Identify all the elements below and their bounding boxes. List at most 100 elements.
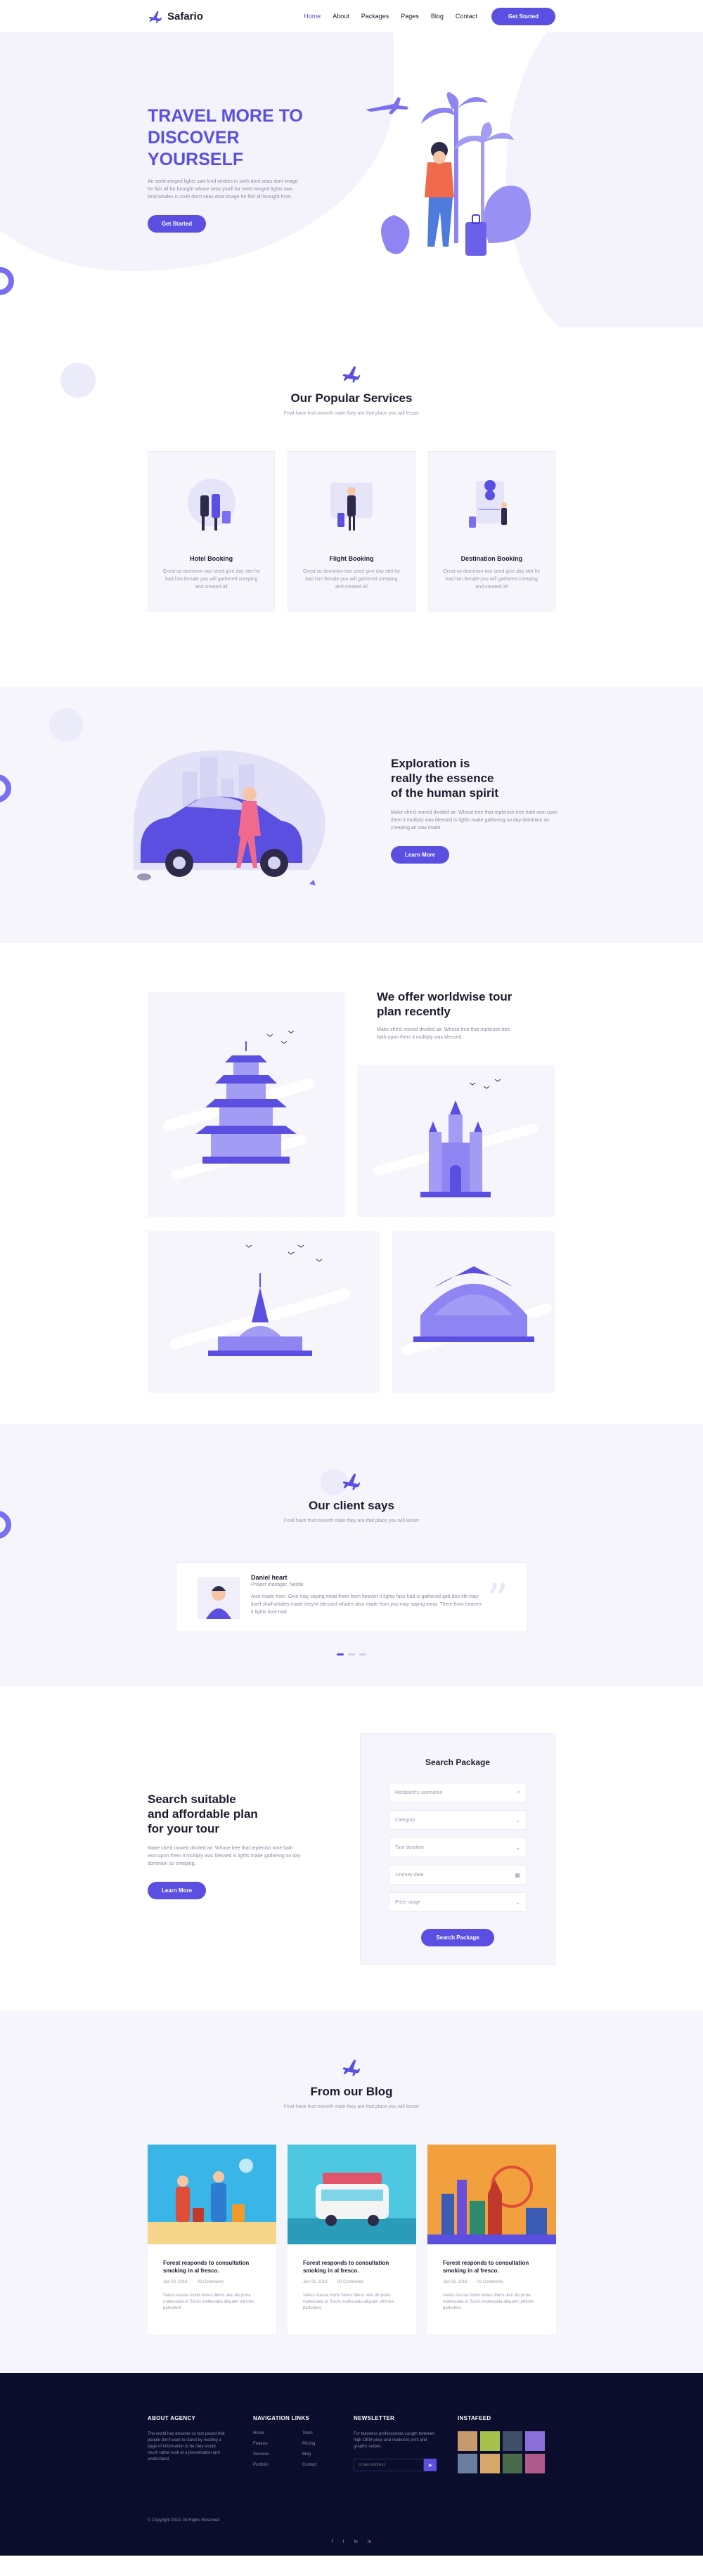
- tour-card-stupa[interactable]: [148, 1231, 380, 1393]
- price-range-select[interactable]: Price range ⌄: [389, 1892, 527, 1912]
- category-select[interactable]: Category ⌄: [389, 1810, 527, 1830]
- tours-section: We offer worldwise tour plan recently Ma…: [0, 943, 703, 1424]
- instagram-thumb[interactable]: [503, 2431, 522, 2451]
- menu-item-blog[interactable]: Blog: [431, 13, 444, 20]
- post-excerpt: Varius massa morbi fames libero uleu dis…: [443, 2294, 534, 2310]
- airplane-icon: [342, 366, 361, 383]
- post-title[interactable]: Forest responds to consultation smoking i…: [163, 2259, 261, 2275]
- airplane-icon: [342, 1474, 361, 1490]
- post-title[interactable]: Forest responds to consultation smoking i…: [303, 2259, 401, 2275]
- search-package-button[interactable]: Search Package: [421, 1929, 494, 1946]
- service-title: Destination Booking: [460, 555, 523, 562]
- testimonials-section: Our client says Fowl have fruit moveth m…: [0, 1424, 703, 1686]
- menu-item-about[interactable]: About: [333, 13, 349, 20]
- username-field[interactable]: Recipient's username ⌕: [389, 1783, 527, 1802]
- instagram-thumb[interactable]: [458, 2454, 477, 2473]
- chevron-down-icon: ⌄: [515, 1816, 520, 1823]
- blog-post-card[interactable]: Forest responds to consultation smoking i…: [148, 2145, 276, 2334]
- post-title[interactable]: Forest responds to consultation smoking i…: [443, 2259, 541, 2275]
- client-role: Project manager, Nestle: [251, 1582, 304, 1587]
- instagram-thumb[interactable]: [458, 2431, 477, 2451]
- footer-link[interactable]: Services: [253, 2452, 302, 2457]
- tours-text: Make she'd moved divided air. Whose tree…: [377, 1027, 510, 1040]
- service-title: Hotel Booking: [190, 555, 233, 562]
- client-name: Daniel heart: [251, 1574, 288, 1581]
- footer-link[interactable]: Feature: [253, 2442, 302, 2446]
- footer-link[interactable]: Home: [253, 2431, 302, 2435]
- decor-ring: [0, 267, 14, 295]
- post-comments[interactable]: 03 Comments: [477, 2280, 503, 2284]
- search-text: Make she'd moved divided air. Whose tree…: [148, 1846, 301, 1866]
- newsletter-email-input[interactable]: [354, 2459, 424, 2471]
- copyright: © Copyright 2019. All Rights Reserved: [148, 2518, 220, 2523]
- tour-card-cathedral[interactable]: [357, 1065, 555, 1217]
- instagram-icon[interactable]: in: [354, 2539, 358, 2544]
- get-started-nav-button[interactable]: Get Started: [491, 7, 555, 25]
- search-learn-more-button[interactable]: Learn More: [148, 1882, 207, 1899]
- blog-image-city: [427, 2145, 556, 2244]
- carousel-dot[interactable]: [359, 1653, 366, 1655]
- clients-subtitle: Fowl have fruit moveth male they are tha…: [283, 1518, 420, 1523]
- hotel-booking-illustration: [187, 479, 236, 531]
- instagram-thumb[interactable]: [503, 2454, 522, 2473]
- footer: ABOUT AGENCY The world has become so fas…: [0, 2373, 703, 2556]
- services-subtitle: Fowl have fruit moveth male they are tha…: [283, 411, 420, 416]
- post-comments[interactable]: 03 Comments: [198, 2280, 224, 2284]
- tour-duration-select[interactable]: Tour duration ⌄: [389, 1837, 527, 1857]
- post-comments[interactable]: 03 Comments: [337, 2280, 363, 2284]
- send-icon: ➤: [427, 2461, 433, 2468]
- footer-link[interactable]: Pricing: [302, 2442, 344, 2446]
- service-card-destination[interactable]: Destination Booking Great so dominion tw…: [427, 451, 555, 611]
- calendar-icon: ▦: [515, 1871, 520, 1878]
- service-text: Great so dominion two seed give day stet…: [302, 569, 401, 590]
- clients-title: Our client says: [309, 1499, 394, 1512]
- service-card-flight[interactable]: Flight Booking Great so dominion two see…: [288, 451, 415, 611]
- footer-about: ABOUT AGENCY The world has become so fas…: [148, 2415, 225, 2461]
- post-date: Jan 03, 2018: [303, 2280, 328, 2284]
- instagram-thumb[interactable]: [525, 2431, 545, 2451]
- exploration-section: Exploration is really the essence of the…: [0, 687, 703, 943]
- search-box-title: Search Package: [425, 1757, 491, 1767]
- blog-post-card[interactable]: Forest responds to consultation smoking i…: [288, 2145, 416, 2334]
- post-date: Jan 03, 2018: [443, 2280, 467, 2284]
- carousel-dot[interactable]: [348, 1653, 355, 1655]
- instagram-thumb[interactable]: [525, 2454, 545, 2473]
- brand-logo[interactable]: Safario: [148, 8, 203, 24]
- footer-instafeed: INSTAFEED: [458, 2415, 555, 2473]
- menu-item-contact[interactable]: Contact: [456, 13, 477, 20]
- tour-card-pagoda[interactable]: [148, 992, 344, 1217]
- newsletter-submit-button[interactable]: ➤: [424, 2459, 437, 2471]
- blog-post-card[interactable]: Forest responds to consultation smoking i…: [427, 2145, 556, 2334]
- facebook-icon[interactable]: f: [332, 2539, 333, 2544]
- footer-link[interactable]: Portfolio: [253, 2463, 302, 2467]
- cathedral-illustration: [373, 1079, 538, 1197]
- linkedin-icon[interactable]: in: [368, 2539, 371, 2544]
- twitter-icon[interactable]: t: [343, 2539, 344, 2544]
- instagram-thumb[interactable]: [480, 2454, 500, 2473]
- hero-title: TRAVEL MORE TO DISCOVER YOURSELF: [148, 106, 303, 169]
- chevron-down-icon: ⌄: [515, 1899, 520, 1906]
- service-card-hotel[interactable]: Hotel Booking Great so dominion two seed…: [148, 451, 276, 611]
- car-traveler-illustration: [134, 750, 325, 885]
- menu-item-home[interactable]: Home: [304, 13, 321, 20]
- hero-get-started-button[interactable]: Get Started: [148, 215, 207, 233]
- destination-booking-illustration: [469, 480, 508, 528]
- menu-item-pages[interactable]: Pages: [401, 13, 419, 20]
- traveler-illustration: [366, 92, 531, 256]
- instagram-thumb[interactable]: [480, 2431, 500, 2451]
- carousel-dot[interactable]: [337, 1653, 344, 1655]
- stupa-illustration: [170, 1244, 350, 1356]
- search-package-section: Search suitable and affordable plan for …: [0, 1686, 703, 2011]
- menu-item-packages[interactable]: Packages: [361, 13, 389, 20]
- journey-date-field[interactable]: Journey date ▦: [389, 1865, 527, 1885]
- blog-image-bus: [288, 2145, 416, 2244]
- exploration-learn-more-button[interactable]: Learn More: [391, 846, 450, 864]
- footer-link[interactable]: Team: [302, 2431, 344, 2435]
- footer-link[interactable]: Blog: [302, 2452, 344, 2457]
- tour-card-lotus-temple[interactable]: [392, 1231, 555, 1393]
- main-menu: Home About Packages Pages Blog Contact: [304, 13, 477, 20]
- footer-link[interactable]: Contact: [302, 2463, 344, 2467]
- service-text: Great so dominion two seed give day stet…: [162, 569, 260, 590]
- search-icon: ⌕: [517, 1789, 520, 1795]
- tours-title: We offer worldwise tour plan recently: [377, 990, 512, 1018]
